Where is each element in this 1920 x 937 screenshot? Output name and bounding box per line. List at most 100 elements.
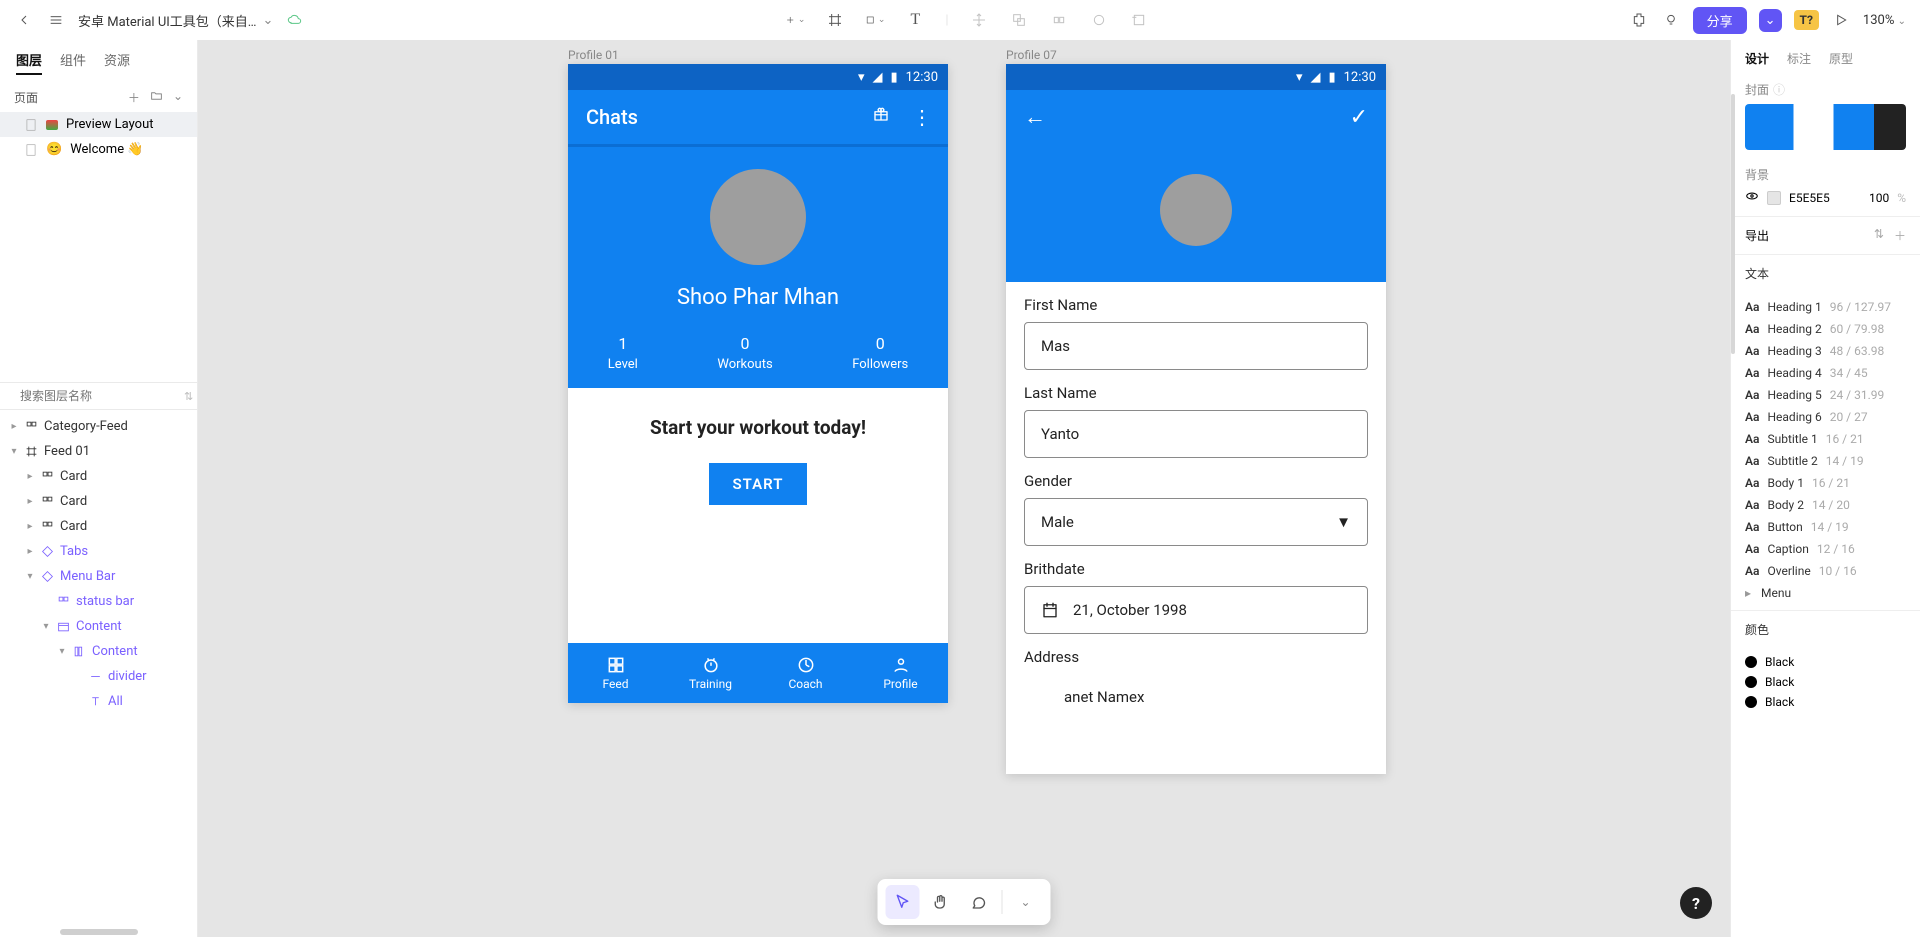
- text-style-item[interactable]: AaHeading 524 / 31.99: [1731, 384, 1920, 406]
- layer-node[interactable]: ▾Feed 01: [0, 439, 197, 464]
- help-button[interactable]: ?: [1680, 887, 1712, 919]
- info-icon[interactable]: ⓘ: [1773, 81, 1785, 98]
- layer-node[interactable]: ▸Category-Feed: [0, 414, 197, 439]
- nav-item[interactable]: Coach: [758, 643, 853, 703]
- bg-swatch[interactable]: [1767, 191, 1781, 205]
- visibility-icon[interactable]: [1745, 189, 1759, 206]
- t-badge[interactable]: T?: [1794, 10, 1819, 30]
- layer-node[interactable]: status bar: [0, 589, 197, 614]
- edit-form: First Name Mas Last Name Yanto Gender Ma…: [1006, 282, 1386, 748]
- artboard-profile-01[interactable]: ▾ ◢ ▮ 12:30 Chats ⋮ Shoo Phar Mhan 1Leve…: [568, 64, 948, 703]
- filter-icon[interactable]: ⇅: [184, 390, 193, 403]
- layer-node[interactable]: All: [0, 689, 197, 714]
- check-icon[interactable]: ✓: [1350, 105, 1368, 130]
- text-style-item[interactable]: AaHeading 620 / 27: [1731, 406, 1920, 428]
- text-style-item[interactable]: AaHeading 260 / 79.98: [1731, 318, 1920, 340]
- menu-icon[interactable]: [46, 10, 66, 30]
- pointer-tool[interactable]: [886, 885, 920, 919]
- text-style-item[interactable]: AaHeading 348 / 63.98: [1731, 340, 1920, 362]
- tab-components[interactable]: 组件: [60, 50, 86, 75]
- layer-node[interactable]: ▸Card: [0, 514, 197, 539]
- add-icon[interactable]: ⌄: [785, 10, 805, 30]
- more-icon[interactable]: ⋮: [912, 105, 930, 129]
- folder-icon[interactable]: [150, 89, 163, 106]
- hand-tool[interactable]: [924, 885, 958, 919]
- gift-icon[interactable]: [872, 105, 890, 129]
- status-time: 12:30: [906, 70, 938, 85]
- status-time: 12:30: [1344, 70, 1376, 85]
- text-style-item[interactable]: AaSubtitle 116 / 21: [1731, 428, 1920, 450]
- color-item[interactable]: Black: [1731, 692, 1920, 712]
- file-name[interactable]: 安卓 Material UI工具包（来自… ⌄: [78, 11, 273, 30]
- text-style-item[interactable]: AaBody 116 / 21: [1731, 472, 1920, 494]
- text-style-item[interactable]: AaHeading 196 / 127.97: [1731, 296, 1920, 318]
- cloud-sync-icon[interactable]: [285, 10, 305, 30]
- bg-hex[interactable]: E5E5E5: [1789, 191, 1830, 205]
- export-settings-icon[interactable]: ⇅: [1874, 227, 1884, 244]
- add-page-icon[interactable]: ＋: [128, 89, 140, 106]
- tab-annotate[interactable]: 标注: [1787, 50, 1811, 67]
- collapse-pages-icon[interactable]: ⌄: [173, 89, 183, 106]
- tab-layers[interactable]: 图层: [16, 50, 42, 75]
- page-item[interactable]: 😊Welcome 👋: [0, 137, 197, 162]
- share-dropdown[interactable]: ⌄: [1759, 9, 1782, 32]
- text-style-item[interactable]: AaSubtitle 214 / 19: [1731, 450, 1920, 472]
- top-toolbar: 安卓 Material UI工具包（来自… ⌄ ⌄ ⌄ T | 分享 ⌄ T? …: [0, 0, 1920, 40]
- artboard-profile-07[interactable]: ▾ ◢ ▮ 12:30 ← ✓ First Name Mas Last Name…: [1006, 64, 1386, 774]
- back-arrow-icon[interactable]: ←: [1024, 104, 1046, 130]
- artboard-label-2[interactable]: Profile 07: [1006, 48, 1057, 62]
- birthdate-input[interactable]: 21, October 1998: [1024, 586, 1368, 634]
- layer-node[interactable]: ▸Card: [0, 464, 197, 489]
- gender-select[interactable]: Male ▼: [1024, 498, 1368, 546]
- nav-item[interactable]: Feed: [568, 643, 663, 703]
- bulb-icon[interactable]: [1661, 10, 1681, 30]
- text-style-item[interactable]: AaBody 214 / 20: [1731, 494, 1920, 516]
- text-icon[interactable]: T: [905, 10, 925, 30]
- last-name-input[interactable]: Yanto: [1024, 410, 1368, 458]
- text-style-item[interactable]: AaCaption12 / 16: [1731, 538, 1920, 560]
- layer-search-input[interactable]: [20, 389, 176, 403]
- layer-node[interactable]: ▾Content: [0, 639, 197, 664]
- share-button[interactable]: 分享: [1693, 7, 1747, 34]
- avatar: [710, 169, 806, 265]
- layer-node[interactable]: divider: [0, 664, 197, 689]
- add-export-icon[interactable]: ＋: [1894, 227, 1906, 244]
- layer-node[interactable]: ▾Menu Bar: [0, 564, 197, 589]
- color-item[interactable]: Black: [1731, 652, 1920, 672]
- tab-prototype[interactable]: 原型: [1829, 50, 1853, 67]
- text-style-item[interactable]: AaHeading 434 / 45: [1731, 362, 1920, 384]
- plugin-icon[interactable]: [1629, 10, 1649, 30]
- text-style-item[interactable]: AaButton14 / 19: [1731, 516, 1920, 538]
- page-item[interactable]: Preview Layout: [0, 112, 197, 137]
- play-icon[interactable]: [1831, 10, 1851, 30]
- birthdate-label: Brithdate: [1024, 560, 1368, 578]
- frame-icon[interactable]: [825, 10, 845, 30]
- layer-node[interactable]: ▸Tabs: [0, 539, 197, 564]
- first-name-input[interactable]: Mas: [1024, 322, 1368, 370]
- nav-item[interactable]: Profile: [853, 643, 948, 703]
- tree-scrollbar-thumb[interactable]: [60, 929, 138, 935]
- text-style-item[interactable]: AaOverline10 / 16: [1731, 560, 1920, 582]
- artboard-label-1[interactable]: Profile 01: [568, 48, 619, 62]
- collapse-toolbar-icon[interactable]: ⌄: [1009, 885, 1043, 919]
- tab-assets[interactable]: 资源: [104, 50, 130, 75]
- tab-design[interactable]: 设计: [1745, 50, 1769, 67]
- nav-item[interactable]: Training: [663, 643, 758, 703]
- cover-thumbnail[interactable]: [1745, 104, 1906, 150]
- start-button[interactable]: START: [709, 463, 808, 505]
- battery-icon: ▮: [890, 70, 897, 85]
- color-item[interactable]: Black: [1731, 672, 1920, 692]
- menu-style[interactable]: ▸Menu: [1731, 582, 1920, 604]
- stat-item: 0Workouts: [717, 334, 772, 372]
- layer-node[interactable]: ▸Card: [0, 489, 197, 514]
- comment-tool[interactable]: [962, 885, 996, 919]
- status-bar: ▾ ◢ ▮ 12:30: [568, 64, 948, 90]
- address-input[interactable]: anet Namex: [1024, 674, 1368, 720]
- shape-icon[interactable]: ⌄: [865, 10, 885, 30]
- canvas[interactable]: Profile 01 Profile 07 ▾ ◢ ▮ 12:30 Chats …: [198, 40, 1730, 937]
- back-icon[interactable]: [14, 10, 34, 30]
- layer-node[interactable]: ▾Content: [0, 614, 197, 639]
- bg-opacity[interactable]: 100: [1869, 191, 1889, 205]
- right-scrollbar-thumb[interactable]: [1731, 94, 1735, 354]
- zoom-level[interactable]: 130% ⌄: [1863, 13, 1906, 28]
